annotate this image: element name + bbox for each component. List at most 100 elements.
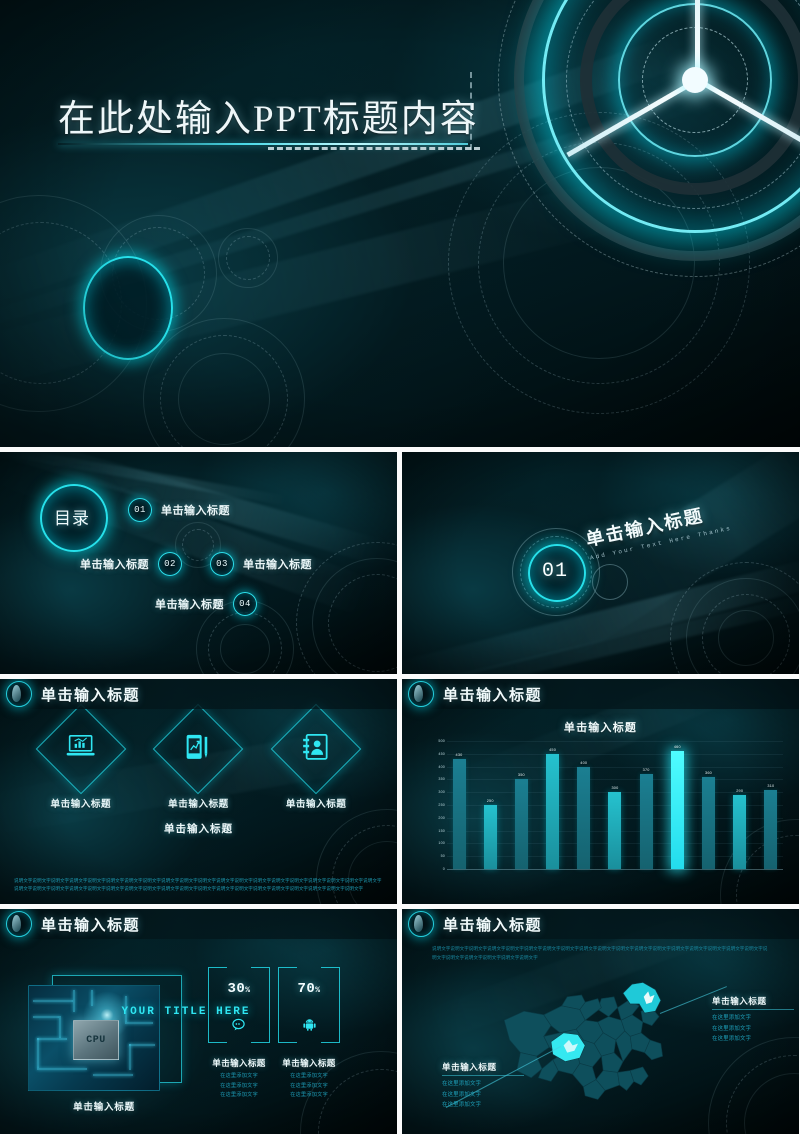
chart-title: 单击输入标题 <box>563 722 638 734</box>
toc-item-04[interactable]: 04 单击输入标题 <box>155 592 257 616</box>
chart-y-tick: 150 <box>438 828 445 833</box>
cpu-image-caption: 单击输入标题 <box>73 1102 135 1113</box>
toc-number-badge: 04 <box>233 592 257 616</box>
chart-bar[interactable] <box>639 774 653 869</box>
chat-bubble-icon <box>208 1018 270 1033</box>
stat-sub-lines-2: 在这里添加文字 在这里添加文字 在这里添加文字 <box>270 1072 348 1101</box>
slide-section-divider[interactable]: 01 单击输入标题 Add Your Text Here Thanks <box>402 452 799 674</box>
slide-bar-chart[interactable]: 单击输入标题 单击输入标题 500 450 400 350 300 250 200 150 10… <box>402 679 799 904</box>
toc-number-badge: 03 <box>210 552 234 576</box>
circuit-trace <box>37 1038 67 1040</box>
slide-table-of-contents[interactable]: 目录 01 单击输入标题 02 单击输入标题 03 单击输入标题 04 单击输入… <box>0 452 397 674</box>
chart-bar[interactable] <box>764 789 778 869</box>
chart-y-tick: 0 <box>442 867 445 871</box>
slide-deck-preview: 在此处输入PPT标题内容 目录 01 单击输入标题 02 单击输入标题 03 单… <box>0 0 800 1134</box>
slide-china-map[interactable]: 单击输入标题 说明文字说明文字说明文字说明文字说明文字说明文字说明文字说明文字说… <box>402 909 799 1134</box>
deck-row-3: 单击输入标题 单击输入标题 单击输入标题 单击输入标题 单击输入标题 说明文字说… <box>0 679 800 904</box>
chart-y-tick: 350 <box>438 777 445 782</box>
stat-percent-suffix: % <box>245 986 251 995</box>
chart-gridline <box>447 869 783 870</box>
feature-card-3[interactable]: 单击输入标题 <box>268 703 364 810</box>
chart-bar-column[interactable]: 250 <box>482 741 498 869</box>
map-callout-central[interactable]: 单击输入标题 在这里添加文字 在这里添加文字 在这里添加文字 <box>442 1061 524 1111</box>
circuit-trace <box>91 990 93 1006</box>
chart-bar-value: 430 <box>455 752 463 757</box>
toc-item-02[interactable]: 02 单击输入标题 <box>80 552 182 576</box>
stat-percent-suffix: % <box>315 986 321 995</box>
circle-ring-icon <box>6 681 32 707</box>
toc-item-label: 单击输入标题 <box>161 505 230 517</box>
stat-box-2[interactable]: 70% <box>278 967 340 1043</box>
feature-card-1[interactable]: 单击输入标题 <box>33 703 129 810</box>
cpu-chip: CPU <box>73 1020 119 1060</box>
chart-y-axis: 500 450 400 350 300 250 200 150 100 50 0 <box>430 739 447 871</box>
chart-bar-column[interactable]: 450 <box>545 741 561 869</box>
circuit-trace <box>93 1074 133 1076</box>
hero-title-container: 在此处输入PPT标题内容 <box>58 88 479 142</box>
stat-sub-line: 在这里添加文字 <box>290 1082 328 1089</box>
chart-bar-column[interactable]: 300 <box>607 741 623 869</box>
cpu-chip-label: CPU <box>86 1034 106 1046</box>
stat-sub-lines-1: 在这里添加文字 在这里添加文字 在这里添加文字 <box>200 1072 278 1101</box>
chart-bar-column[interactable]: 290 <box>732 741 748 869</box>
diamond-frame <box>35 703 127 795</box>
chart-y-tick: 450 <box>438 751 445 756</box>
stat-sub-line: 在这里添加文字 <box>220 1092 258 1099</box>
chart-bars: 430 250 350 450 400 300 370 460 360 290 310 <box>447 741 783 869</box>
china-map-svg <box>503 982 663 1100</box>
chart-bar[interactable] <box>452 758 466 869</box>
chart-bar-value: 460 <box>673 745 681 750</box>
chart-bar[interactable] <box>514 779 528 869</box>
chart-bar-column[interactable]: 460 <box>669 741 685 869</box>
slide-title[interactable]: 在此处输入PPT标题内容 <box>0 0 800 447</box>
chart-bar[interactable] <box>733 794 747 869</box>
slide-header-bar: 单击输入标题 <box>402 909 799 939</box>
circuit-trace <box>73 990 75 1012</box>
toc-item-label: 单击输入标题 <box>155 599 224 611</box>
callout-line: 在这里添加文字 <box>442 1102 482 1109</box>
callout-divider <box>442 1075 524 1076</box>
chart-bar-column[interactable]: 370 <box>638 741 654 869</box>
chart-bar[interactable] <box>483 805 497 869</box>
china-map-graphic[interactable] <box>497 977 677 1112</box>
stat-percent-value: 70 <box>297 981 316 997</box>
chart-bar-value: 400 <box>580 760 588 765</box>
chart-bar[interactable] <box>702 776 715 869</box>
chart-bar[interactable] <box>577 766 591 869</box>
chart-bar[interactable] <box>608 792 622 869</box>
feature-cards-wrapper: 单击输入标题 单击输入标题 单击输入标题 单击输入标题 <box>0 703 397 836</box>
hero-background <box>0 0 800 447</box>
toc-item-03[interactable]: 03 单击输入标题 <box>210 552 312 576</box>
chart-plot-area: 430 250 350 450 400 300 370 460 360 290 310 <box>447 741 783 870</box>
slide-three-features[interactable]: 单击输入标题 单击输入标题 单击输入标题 单击输入标题 单击输入标题 说明文字说… <box>0 679 397 904</box>
feature-card-label: 单击输入标题 <box>168 799 229 810</box>
stats-center-title: YOUR TITLE HERE <box>121 1006 251 1018</box>
toc-item-01[interactable]: 01 单击输入标题 <box>128 498 230 522</box>
circuit-trace <box>33 1016 59 1018</box>
stat-percent-2: 70% <box>278 981 340 997</box>
chart-bar-value: 300 <box>611 786 619 791</box>
slide-cpu-stats[interactable]: 单击输入标题 CPU 单击输入标题 30% 70% YOUR TITLE HER… <box>0 909 397 1134</box>
deck-row-4: 单击输入标题 CPU 单击输入标题 30% 70% YOUR TITLE HER… <box>0 909 800 1134</box>
chart-bar-value: 290 <box>736 788 744 793</box>
chart-bar-column[interactable]: 350 <box>513 741 529 869</box>
vignette-overlay <box>402 452 799 674</box>
chart-bar-column[interactable]: 360 <box>701 741 717 869</box>
map-callout-north[interactable]: 单击输入标题 在这里添加文字 在这里添加文字 在这里添加文字 <box>712 995 794 1045</box>
chart-bar-column[interactable]: 430 <box>451 741 467 869</box>
chart-bar-value: 450 <box>549 747 557 752</box>
chart-bar-column[interactable]: 400 <box>576 741 592 869</box>
chart-bar-value: 350 <box>517 773 525 778</box>
chart-bar[interactable] <box>670 751 684 869</box>
title-dashed-vertical <box>470 72 472 150</box>
stat-sub-line: 在这里添加文字 <box>290 1073 328 1079</box>
chart-y-tick: 400 <box>438 764 445 769</box>
stat-box-1[interactable]: 30% <box>208 967 270 1043</box>
chart-bar[interactable] <box>546 753 560 869</box>
callout-title: 单击输入标题 <box>712 996 767 1006</box>
callout-line: 在这里添加文字 <box>442 1091 482 1098</box>
chart-bar-column[interactable]: 310 <box>763 741 779 869</box>
feature-card-2[interactable]: 单击输入标题 <box>150 703 246 810</box>
toc-item-label: 单击输入标题 <box>80 559 149 571</box>
slide-header-title: 单击输入标题 <box>443 686 543 704</box>
